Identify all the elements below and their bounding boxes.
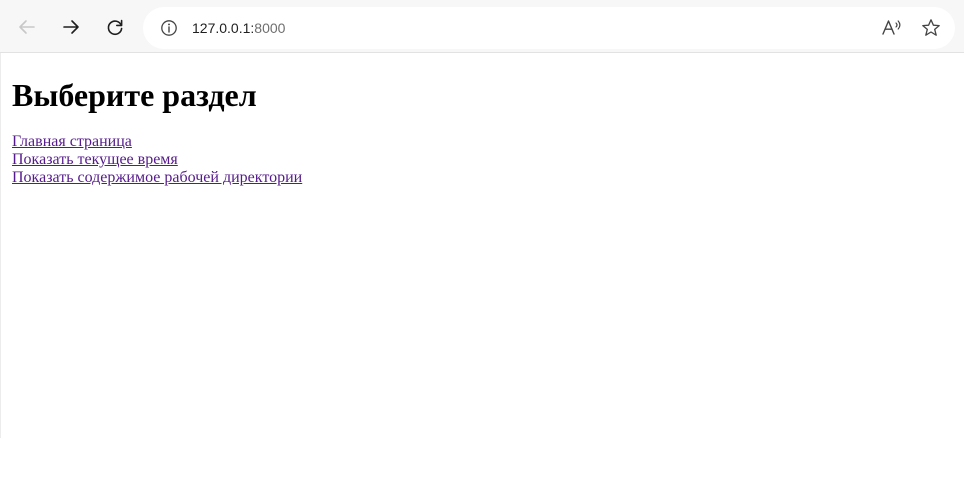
reload-button[interactable] xyxy=(98,10,132,44)
arrow-left-icon xyxy=(19,20,35,34)
url-port: 8000 xyxy=(254,20,286,36)
address-bar[interactable]: 127.0.0.1:8000 xyxy=(143,7,955,49)
link-current-time[interactable]: Показать текущее время xyxy=(12,151,302,169)
star-icon[interactable] xyxy=(921,18,941,38)
browser-toolbar: 127.0.0.1:8000 xyxy=(0,0,964,53)
link-working-directory[interactable]: Показать содержимое рабочей директории xyxy=(12,169,302,187)
info-icon[interactable] xyxy=(160,19,178,37)
link-home[interactable]: Главная страница xyxy=(12,133,302,151)
page-heading: Выберите раздел xyxy=(12,77,257,113)
read-aloud-icon[interactable] xyxy=(881,18,903,38)
section-links: Главная страница Показать текущее время … xyxy=(12,133,302,187)
forward-button[interactable] xyxy=(54,10,88,44)
url-text[interactable]: 127.0.0.1:8000 xyxy=(192,19,285,37)
back-button[interactable] xyxy=(10,10,44,44)
url-host: 127.0.0.1: xyxy=(192,20,255,36)
reload-icon xyxy=(107,19,123,36)
page-content: Выберите раздел Главная страница Показат… xyxy=(0,53,965,438)
arrow-right-icon xyxy=(63,20,79,34)
